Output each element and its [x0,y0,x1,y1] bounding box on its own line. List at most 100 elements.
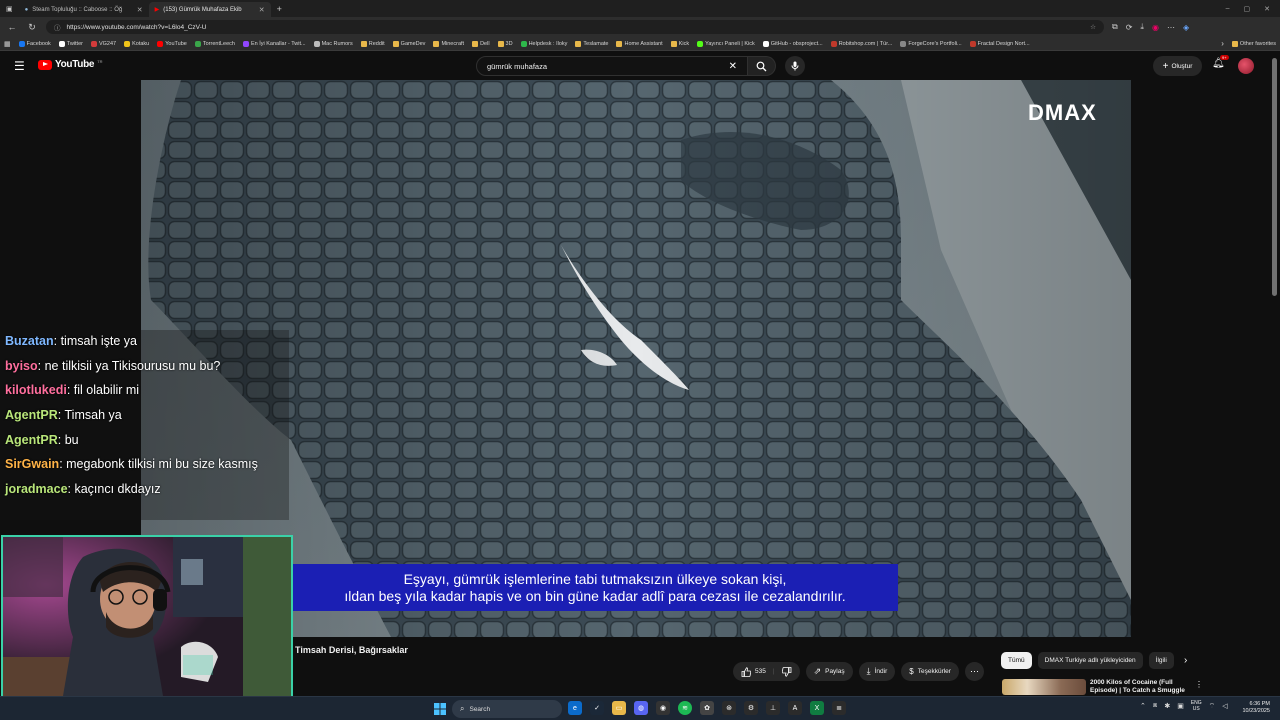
browser-menu-icon[interactable]: ⋯ [1167,23,1175,32]
tab-youtube[interactable]: ▶ (153) Gümrük Muhafaza Ekib ✕ [148,2,271,17]
chip-from-uploader[interactable]: DMAX Turkiye adlı yükleyiciden [1037,652,1143,669]
wifi-icon[interactable]: ⌔ [1209,702,1216,711]
bookmark-item[interactable]: Minecraft [433,40,464,47]
recommended-video-title[interactable]: 2000 Kilos of Cocaine (Full Episode) | T… [1090,679,1190,695]
other-favorites-folder[interactable]: Other favorites [1231,40,1276,47]
apps-icon[interactable]: ▦ [4,40,11,48]
volume-icon[interactable]: ◁ [1222,702,1227,710]
favorite-star-icon[interactable]: ☆ [1090,23,1096,31]
maximize-icon[interactable]: ▢ [1244,5,1251,13]
search-input[interactable]: gümrük muhafaza ✕ [476,56,748,76]
refresh-extension-icon[interactable]: ⟳ [1126,23,1133,32]
bookmark-item[interactable]: En İyi Kanallar - Twit... [242,40,306,47]
bookmark-item[interactable]: Mac Rumors [313,40,353,47]
bluetooth-icon[interactable]: ✱ [1164,702,1170,710]
unreal-icon[interactable]: ⊥ [766,701,780,715]
bookmark-item[interactable]: Facebook [18,40,51,47]
system-clock[interactable]: 6:36 PM 10/23/2025 [1232,701,1270,715]
excel-icon[interactable]: X [810,701,824,715]
bookmark-item[interactable]: GameDev [392,40,425,47]
bookmark-item[interactable]: Twitter [58,40,83,47]
bookmarks-overflow-icon[interactable]: › [1221,39,1224,48]
app-icon[interactable]: A [788,701,802,715]
recommended-video-menu-icon[interactable]: ⋮ [1195,680,1203,689]
share-button[interactable]: ⇗ Paylaş [805,662,853,681]
bookmark-item[interactable]: Helpdesk : Iloky [520,40,567,47]
tray-overflow-icon[interactable]: ⌃ [1140,702,1146,710]
clear-search-icon[interactable]: ✕ [729,61,737,72]
steam-icon[interactable]: ✓ [590,701,604,715]
site-info-icon[interactable]: ⓘ [54,22,61,32]
x-icon [58,40,65,47]
discord-icon[interactable]: ◍ [634,701,648,715]
bookmark-item[interactable]: Yayıncı Paneli | Kick [697,40,755,47]
network-icon[interactable]: ⧈ [1153,702,1157,710]
refresh-icon[interactable]: ↻ [26,22,38,33]
share-icon: ⇗ [813,666,822,676]
elgato-icon[interactable]: ⊛ [722,701,736,715]
bookmark-item[interactable]: Kotaku [124,40,149,47]
notification-badge: 9+ [1220,55,1229,60]
like-button[interactable]: 535 | [733,662,800,681]
bookmark-item[interactable]: 3D [497,40,513,47]
youtube-icon [157,40,164,47]
bookmark-item[interactable]: Robitshop.com | Tür... [830,40,892,47]
thumbs-down-icon[interactable] [781,666,792,677]
bookmark-item[interactable]: VG247 [90,40,116,47]
close-tab-icon[interactable]: ✕ [137,6,143,14]
thanks-button[interactable]: $ Teşekkürler [901,662,959,681]
voice-search-button[interactable] [785,56,805,76]
bookmark-item[interactable]: Reddit [360,40,385,47]
back-icon[interactable]: ← [6,22,18,32]
bookmark-item[interactable]: Kick [670,40,689,47]
bookmark-item[interactable]: Fractal Design Nort... [969,40,1030,47]
tab-actions-icon[interactable]: ▣ [0,5,19,13]
close-window-icon[interactable]: ✕ [1264,5,1270,13]
bookmark-item[interactable]: Teslamate [575,40,608,47]
webcam-overlay [1,535,293,698]
extensions-icon[interactable]: ⧉ [1112,22,1118,32]
avatar[interactable] [1238,58,1254,74]
bookmark-item[interactable]: GitHub - obsproject... [762,40,823,47]
tray-app-icon[interactable]: ▣ [1177,702,1184,710]
hamburger-menu-icon[interactable]: ☰ [14,59,25,73]
copilot-icon[interactable]: ◈ [1183,23,1189,32]
file-explorer-icon[interactable]: ▭ [612,701,626,715]
chat-message: kilotlukedi: fil olabilir mi [5,382,284,399]
settings-icon[interactable]: ⚙ [744,701,758,715]
chip-related[interactable]: İlgili [1148,652,1174,669]
spotify-icon[interactable]: ≋ [678,701,692,715]
obs-icon[interactable]: ◉ [656,701,670,715]
close-tab-icon[interactable]: ✕ [259,6,265,14]
windows-taskbar: ⌕ Search e ✓ ▭ ◍ ◉ ≋ ✿ ⊛ ⚙ ⊥ A X ≣ ⌃ ⧈ ✱… [0,696,1280,720]
edge-icon[interactable]: e [568,701,582,715]
new-tab-button[interactable]: + [271,4,288,14]
create-button[interactable]: + Oluştur [1153,56,1202,76]
recommended-video-thumbnail[interactable] [1002,679,1086,695]
bookmark-item[interactable]: Dell [472,40,490,47]
windows-start-icon[interactable] [434,703,446,715]
minimize-icon[interactable]: – [1226,5,1230,13]
davinci-icon[interactable]: ✿ [700,701,714,715]
url-text: https://www.youtube.com/watch?v=L6lo4_Cz… [66,23,207,31]
downloads-icon[interactable]: ⤓ [1140,22,1144,32]
address-bar[interactable]: ⓘ https://www.youtube.com/watch?v=L6lo4_… [46,20,1104,34]
profile-icon[interactable]: ◉ [1152,23,1159,32]
chip-all[interactable]: Tümü [1001,652,1032,669]
bookmark-item[interactable]: TorrentLeech [194,40,235,47]
tab-steam[interactable]: ● Steam Topluluğu :: Caboose :: Öğ ✕ [19,2,149,17]
bookmark-item[interactable]: ForgeCore's Portfoli... [900,40,962,47]
clock-time: 6:36 PM [1249,701,1270,707]
taskbar-search[interactable]: ⌕ Search [452,700,562,718]
bookmark-item[interactable]: YouTube [157,40,187,47]
chevron-right-icon[interactable]: › [1184,655,1187,666]
more-actions-button[interactable]: ⋯ [964,662,984,681]
scrollbar-thumb[interactable] [1272,58,1277,296]
notepad-icon[interactable]: ≣ [832,701,846,715]
subtitle-line-2: ıldan beş yıla kadar hapis ve on bin gün… [344,587,846,604]
search-button[interactable] [748,56,776,76]
bookmark-item[interactable]: Home Assistant [616,40,663,47]
download-button[interactable]: ⤓ İndir [858,662,896,681]
language-indicator[interactable]: ENG US [1191,700,1202,712]
youtube-logo[interactable]: YouTube TR [38,59,103,70]
